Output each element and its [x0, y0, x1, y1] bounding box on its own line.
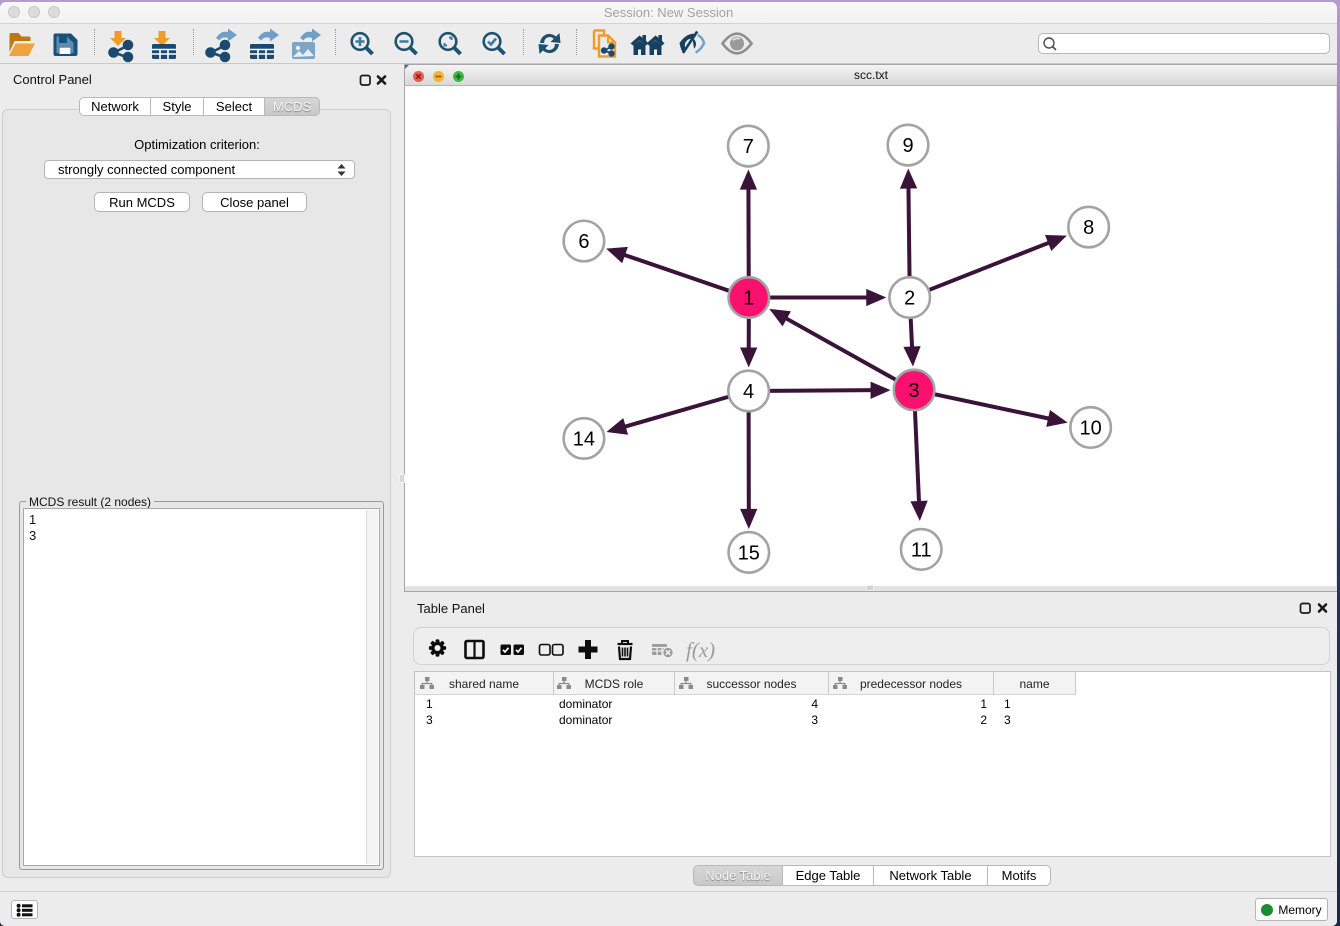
svg-text:11: 11 — [911, 539, 932, 561]
svg-text:9: 9 — [902, 135, 913, 157]
svg-text:3: 3 — [908, 380, 919, 402]
svg-text:7: 7 — [743, 136, 754, 158]
svg-text:4: 4 — [743, 381, 754, 403]
svg-text:1: 1 — [743, 288, 754, 310]
svg-text:15: 15 — [738, 542, 760, 564]
svg-text:f(x): f(x) — [686, 638, 715, 662]
svg-text:8: 8 — [1083, 217, 1094, 239]
svg-text:10: 10 — [1080, 417, 1102, 439]
svg-text:2: 2 — [904, 288, 915, 310]
svg-text:14: 14 — [573, 428, 595, 450]
svg-text:6: 6 — [578, 231, 589, 253]
